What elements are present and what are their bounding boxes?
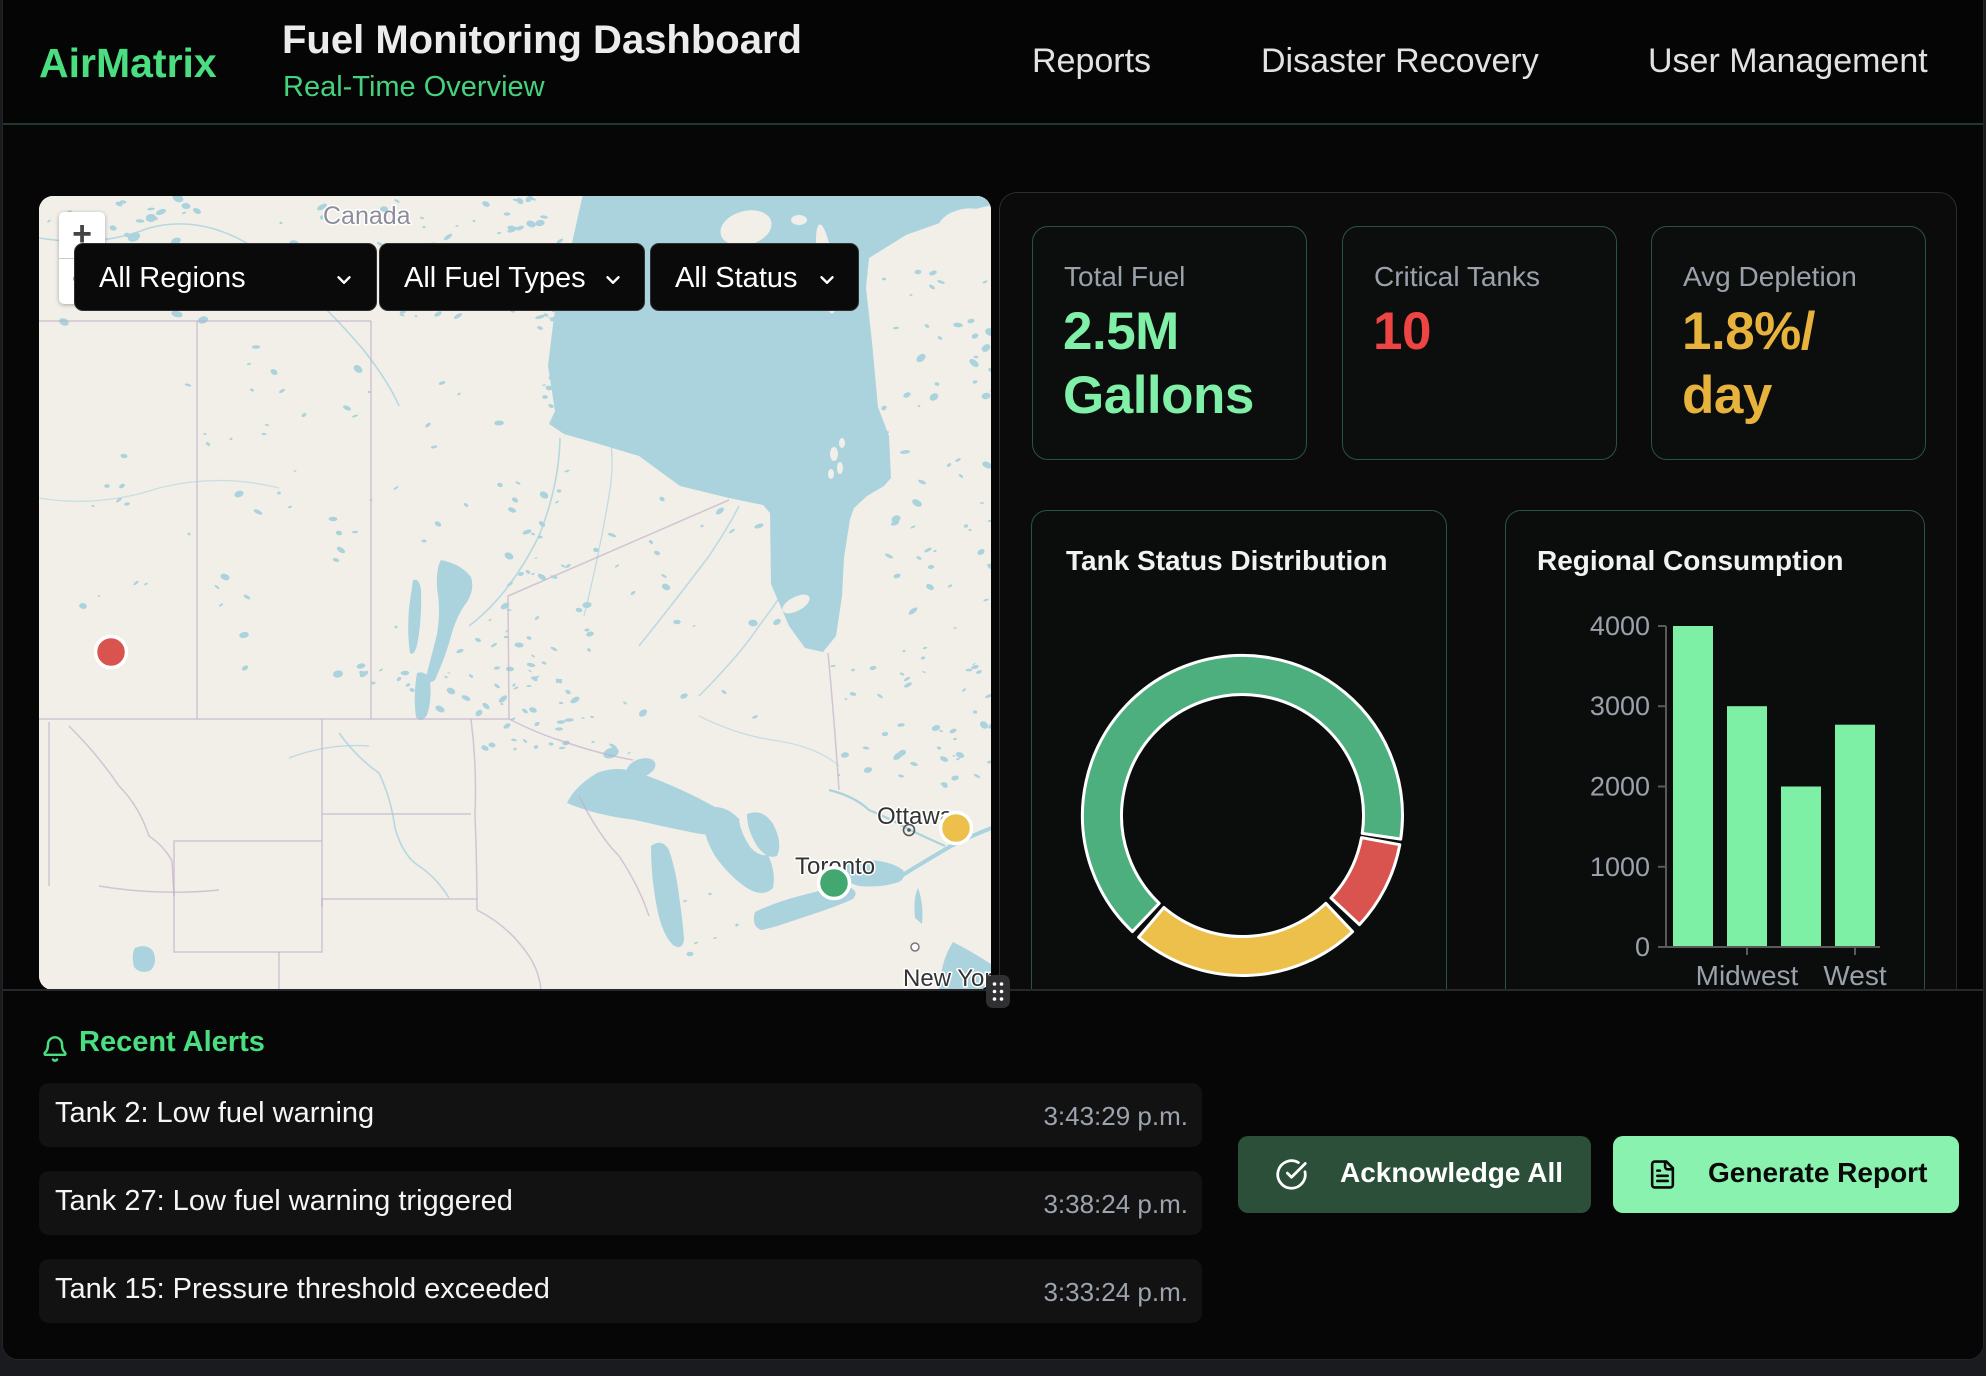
svg-text:0: 0 <box>1635 932 1650 962</box>
svg-text:4000: 4000 <box>1590 611 1650 641</box>
svg-text:1000: 1000 <box>1590 852 1650 882</box>
svg-text:West: West <box>1823 960 1886 991</box>
svg-text:New York: New York <box>903 965 991 990</box>
svg-text:2000: 2000 <box>1590 772 1650 802</box>
svg-text:Midwest: Midwest <box>1696 960 1799 991</box>
svg-text:Canada: Canada <box>323 202 411 230</box>
svg-text:3000: 3000 <box>1590 691 1650 721</box>
